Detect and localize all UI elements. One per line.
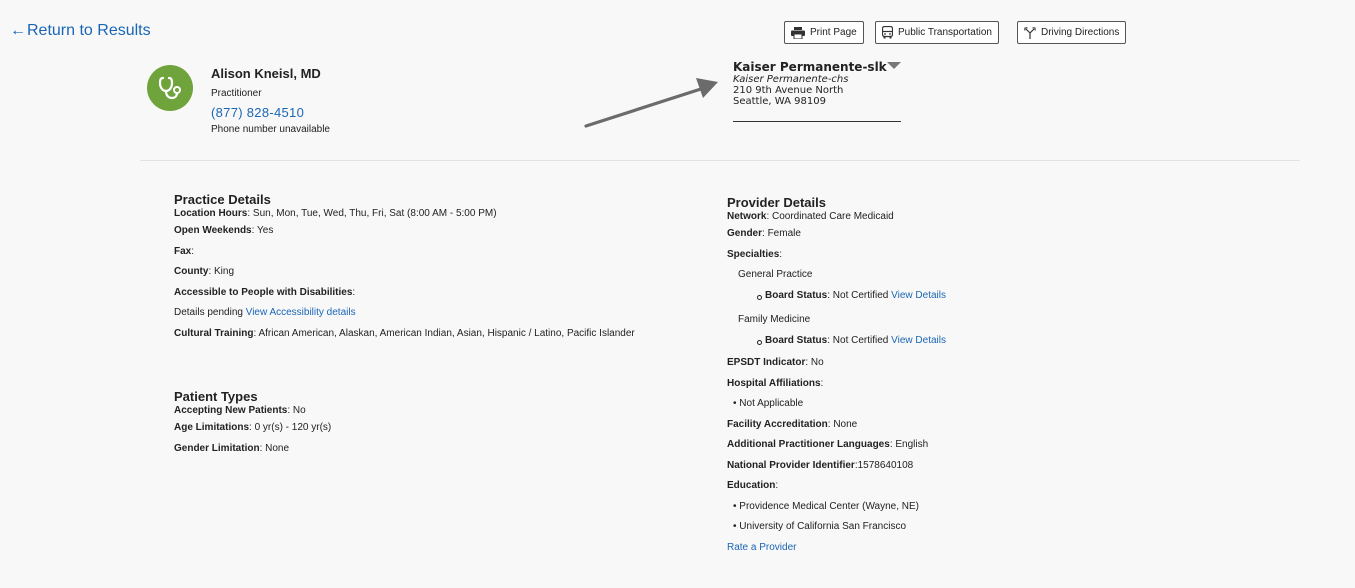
network-row: Network: Coordinated Care Medicaid (727, 211, 894, 222)
location-address-line2: Seattle, WA 98109 (733, 96, 826, 107)
provider-details-title: Provider Details (727, 195, 826, 210)
print-page-label: Print Page (810, 27, 857, 38)
location-hours-row: Location Hours: Sun, Mon, Tue, Wed, Thu,… (174, 208, 497, 219)
patient-types-title: Patient Types (174, 389, 258, 404)
cultural-training-row: Cultural Training: African American, Ala… (174, 327, 635, 339)
provider-role: Practitioner (211, 88, 262, 99)
board-status-row: Board Status: Not Certified View Details (727, 331, 946, 352)
practice-details-section: Practice Details Location Hours: Sun, Mo… (174, 192, 635, 344)
chevron-down-icon[interactable] (887, 62, 901, 69)
fax-row: Fax: (174, 245, 195, 257)
list-item: • University of California San Francisco (733, 521, 907, 532)
gender-limitation-row: Gender Limitation: None (174, 442, 290, 454)
printer-icon (791, 26, 805, 39)
return-to-results-link[interactable]: ←Return to Results (10, 22, 151, 40)
return-label: Return to Results (27, 22, 151, 39)
phone-unavailable-note: Phone number unavailable (211, 124, 330, 135)
stethoscope-icon (147, 65, 193, 111)
facility-accreditation-row: Facility Accreditation: None (727, 418, 858, 430)
provider-name: Alison Kneisl, MD (211, 66, 321, 81)
open-weekends-row: Open Weekends: Yes (174, 225, 274, 236)
annotation-arrow (584, 78, 718, 128)
accepting-new-patients-row: Accepting New Patients: No (174, 405, 306, 416)
age-limitations-row: Age Limitations: 0 yr(s) - 120 yr(s) (174, 422, 332, 433)
npi-row: National Provider Identifier:1578640108 (727, 459, 914, 471)
driving-directions-button[interactable]: Driving Directions (1017, 21, 1127, 44)
specialty-name: Family Medicine (738, 314, 811, 325)
view-details-link[interactable]: View Details (891, 335, 946, 346)
back-arrow-icon: ← (10, 22, 26, 39)
driving-directions-label: Driving Directions (1041, 27, 1120, 38)
patient-types-section: Patient Types Accepting New Patients: No… (174, 389, 331, 459)
list-item: • Not Applicable (733, 398, 804, 409)
gender-row: Gender: Female (727, 228, 801, 239)
hospital-affiliations-row: Hospital Affiliations: (727, 377, 824, 389)
provider-phone-link[interactable]: (877) 828-4510 (211, 105, 304, 120)
section-divider (140, 160, 1300, 161)
board-status-row: Board Status: Not Certified View Details (727, 286, 946, 307)
view-accessibility-details-link[interactable]: View Accessibility details (246, 307, 356, 318)
accessibility-details-row: Details pending View Accessibility detai… (174, 307, 356, 318)
rate-a-provider-link[interactable]: Rate a Provider (727, 542, 796, 553)
specialty-name: General Practice (738, 269, 813, 280)
view-details-link[interactable]: View Details (891, 290, 946, 301)
provider-details-section: Provider Details Network: Coordinated Ca… (727, 195, 946, 558)
location-selector[interactable]: Kaiser Permanente-slk Kaiser Permanente-… (733, 60, 901, 122)
location-subname: Kaiser Permanente-chs (733, 74, 849, 85)
education-row: Education: (727, 480, 779, 491)
print-page-button[interactable]: Print Page (784, 21, 864, 44)
languages-row: Additional Practitioner Languages: Engli… (727, 439, 929, 450)
practice-details-title: Practice Details (174, 192, 271, 207)
bus-icon (882, 26, 893, 39)
public-transportation-button[interactable]: Public Transportation (875, 21, 999, 44)
county-row: County: King (174, 266, 235, 277)
specialties-row: Specialties: (727, 248, 783, 260)
location-name: Kaiser Permanente-slk (733, 60, 887, 74)
public-transportation-label: Public Transportation (898, 27, 992, 38)
list-item: • Providence Medical Center (Wayne, NE) (733, 500, 919, 512)
epsdt-row: EPSDT Indicator: No (727, 357, 824, 368)
location-address-line1: 210 9th Avenue North (733, 85, 844, 96)
accessibility-row: Accessible to People with Disabilities: (174, 286, 356, 298)
fork-directions-icon (1024, 26, 1036, 39)
